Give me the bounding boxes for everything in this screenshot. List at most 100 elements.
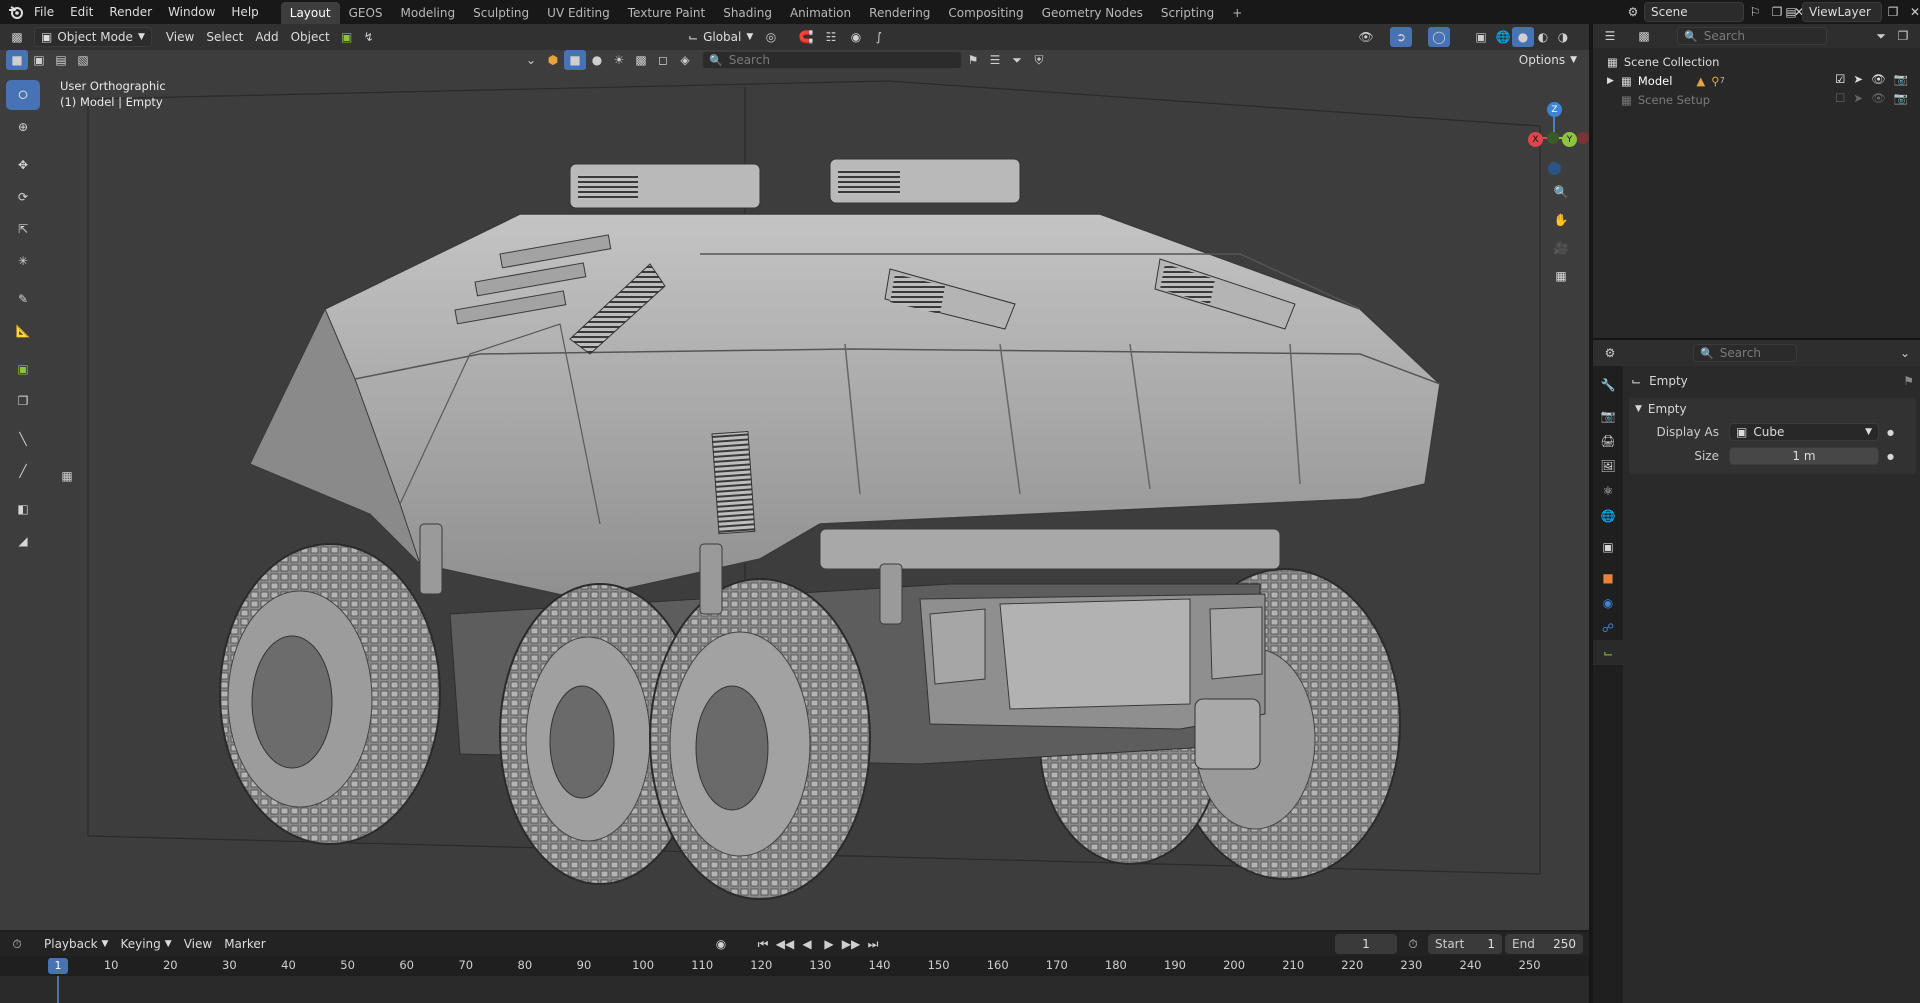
menu-render[interactable]: Render (101, 0, 160, 24)
jump-start-icon[interactable]: ⏮ (752, 934, 774, 954)
tab-animation[interactable]: Animation (781, 2, 860, 24)
select-box-tool-icon[interactable]: ⭘ (6, 80, 40, 110)
menu-edit[interactable]: Edit (62, 0, 101, 24)
tab-shading[interactable]: Shading (714, 2, 781, 24)
zoom-icon[interactable]: 🔍 (1549, 180, 1573, 204)
select-arrow-icon[interactable]: ➤ (1853, 72, 1863, 86)
add-cube-tool-icon[interactable]: ▣ (6, 354, 40, 384)
snap-toggle-icon[interactable]: ↯ (358, 27, 380, 47)
view-layer-icon[interactable]: ▤ (1780, 2, 1802, 22)
shading-solid-icon[interactable]: ● (1512, 27, 1534, 47)
shading-wireframe-icon[interactable]: 🌐 (1492, 27, 1514, 47)
new-view-layer-icon[interactable]: ❐ (1882, 2, 1904, 22)
bisect-tool-icon[interactable]: ╱ (6, 456, 40, 486)
object-tab-icon[interactable]: ■ (1593, 565, 1623, 590)
funnel-icon[interactable]: ⏷ (1006, 50, 1028, 70)
xray-toggle-icon[interactable]: ▣ (1470, 27, 1492, 47)
menu-window[interactable]: Window (160, 0, 223, 24)
outliner-row-model[interactable]: ▶ ▦ Model ▲ ⚲ 7 ☑ ➤ 👁 📷 (1607, 71, 1920, 90)
collection-tab-icon[interactable]: ▣ (1593, 534, 1623, 559)
timeline-editor-type-icon[interactable]: ⏱ (6, 934, 28, 954)
properties-options-icon[interactable]: ⌄ (1894, 343, 1916, 363)
cursor-tool-icon[interactable]: ⊕ (6, 112, 40, 142)
overlays-toggle-icon[interactable]: ◯ (1428, 27, 1450, 47)
select-invert-icon[interactable]: ▧ (72, 50, 94, 70)
object-type-other-icon[interactable]: ◈ (674, 50, 696, 70)
camera-icon[interactable]: 📷 (1894, 72, 1908, 86)
snap-target-icon[interactable]: ☷ (820, 27, 842, 47)
frame-ruler[interactable]: 1 10 20 30 40 50 60 70 80 90 100 110 120 130 140 150 16… (0, 956, 1589, 976)
size-field[interactable]: 1 m (1729, 447, 1879, 465)
keyframe-dot-icon[interactable]: ● (1887, 428, 1894, 437)
panel-header[interactable]: ▼ Empty (1629, 398, 1916, 420)
object-type-cube-icon[interactable]: ■ (564, 50, 586, 70)
keyframe-dot-icon[interactable]: ● (1887, 452, 1894, 461)
current-frame-field[interactable]: 1 (1335, 934, 1397, 954)
next-keyframe-icon[interactable]: ▶▶ (840, 934, 862, 954)
select-arrow-icon[interactable]: ➤ (1853, 91, 1863, 105)
knife-tool-icon[interactable]: ╲ (6, 424, 40, 454)
world-tab-icon[interactable]: 🌐 (1593, 503, 1623, 528)
orientation-dropdown[interactable]: ⌙ Global ▼ (682, 27, 759, 47)
scene-icon[interactable]: ⚙ (1622, 2, 1644, 22)
play-icon[interactable]: ▶ (818, 934, 840, 954)
viewport-search-input[interactable]: 🔍 Search (702, 51, 962, 69)
3d-viewport[interactable]: ▩ ▣ Object Mode ▼ View Select Add Object… (0, 24, 1589, 930)
axis-z-icon[interactable]: Z (1547, 102, 1562, 117)
eye-icon[interactable]: 👁 (1871, 72, 1886, 86)
object-type-mesh-icon[interactable]: ⬢ (542, 50, 564, 70)
display-mode-icon[interactable]: ▩ (1633, 26, 1655, 46)
expand-arrow-icon[interactable]: ▶ (1607, 76, 1621, 86)
filter-chevron-icon[interactable]: ⌄ (520, 50, 542, 70)
tab-compositing[interactable]: Compositing (939, 2, 1032, 24)
select-new-icon[interactable]: ■ (6, 50, 28, 70)
tab-geometry-nodes[interactable]: Geometry Nodes (1033, 2, 1152, 24)
axis-y-icon[interactable]: Y (1562, 132, 1577, 147)
sidebar-toggle-icon[interactable]: ▦ (56, 466, 78, 486)
end-frame-field[interactable]: End 250 (1505, 934, 1583, 954)
viewport-menu-select[interactable]: Select (200, 27, 249, 47)
delete-view-layer-icon[interactable]: ✕ (1904, 2, 1920, 22)
exclude-checkbox-icon[interactable]: ☐ (1835, 91, 1845, 105)
move-tool-icon[interactable]: ✥ (6, 150, 40, 180)
outliner-search-input[interactable]: 🔍 Search (1677, 27, 1827, 45)
scale-tool-icon[interactable]: ⇱ (6, 214, 40, 244)
auto-key-icon[interactable]: ◉ (710, 934, 732, 954)
render-tab-icon[interactable]: 📷 (1593, 403, 1623, 428)
tab-texture-paint[interactable]: Texture Paint (619, 2, 714, 24)
extrude-tool-icon[interactable]: ❐ (6, 386, 40, 416)
pivot-point-icon[interactable]: ◎ (760, 27, 782, 47)
start-frame-field[interactable]: Start 1 (1428, 934, 1502, 954)
exclude-checkbox-icon[interactable]: ☑ (1835, 72, 1845, 86)
new-collection-icon[interactable]: ❐ (1892, 26, 1914, 46)
gizmo-toggle-icon[interactable]: ➲ (1390, 27, 1412, 47)
bevel-tool-icon[interactable]: ◢ (6, 526, 40, 556)
proportional-edit-icon[interactable]: ◉ (845, 27, 867, 47)
menu-file[interactable]: File (26, 0, 62, 24)
shading-material-icon[interactable]: ◐ (1532, 27, 1554, 47)
playhead-marker[interactable]: 1 (48, 958, 68, 974)
tab-uv-editing[interactable]: UV Editing (538, 2, 619, 24)
physics-tab-icon[interactable]: ◉ (1593, 590, 1623, 615)
rotate-tool-icon[interactable]: ⟳ (6, 182, 40, 212)
axis-neg-y-icon[interactable] (1547, 132, 1559, 144)
object-type-sphere-icon[interactable]: ● (586, 50, 608, 70)
tab-scripting[interactable]: Scripting (1152, 2, 1223, 24)
stopwatch-icon[interactable]: ⏱ (1402, 934, 1424, 954)
pan-hand-icon[interactable]: ✋ (1549, 208, 1573, 232)
viewport-menu-view[interactable]: View (160, 27, 200, 47)
add-workspace-button[interactable]: + (1223, 2, 1251, 24)
tab-layout[interactable]: Layout (280, 2, 340, 24)
timeline-menu-keying[interactable]: Keying ▼ (114, 934, 177, 954)
jump-end-icon[interactable]: ⏭ (862, 934, 884, 954)
timeline-menu-view[interactable]: View (178, 934, 218, 954)
editor-type-icon[interactable]: ▩ (6, 27, 28, 47)
transform-affect-icon[interactable]: ▣ (336, 27, 358, 47)
scene-collection-row[interactable]: ▦ Scene Collection (1607, 52, 1920, 71)
annotate-tool-icon[interactable]: ✎ (6, 284, 40, 314)
timeline-menu-marker[interactable]: Marker (218, 934, 271, 954)
outliner-editor-type-icon[interactable]: ☰ (1599, 26, 1621, 46)
camera-view-icon[interactable]: 🎥 (1549, 236, 1573, 260)
timeline-track-area[interactable] (0, 976, 1589, 1003)
pin-icon[interactable]: ⚐ (1744, 2, 1766, 22)
